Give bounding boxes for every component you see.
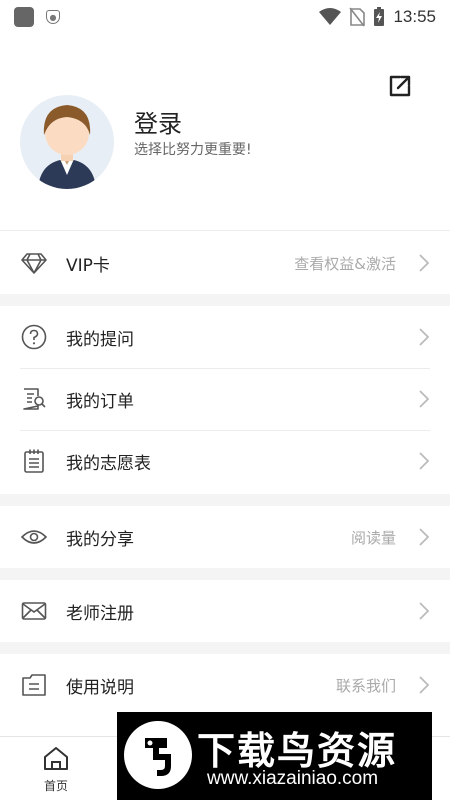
section-separator <box>0 494 450 506</box>
menu-item-extra: 阅读量 <box>350 528 396 547</box>
login-subtitle: 选择比努力更重要! <box>134 142 252 158</box>
nav-home-label: 首页 <box>43 779 68 793</box>
chevron-right-icon <box>419 452 430 470</box>
menu-item-instructions[interactable]: 使用说明 联系我们 <box>0 654 450 716</box>
login-title[interactable]: 登录 <box>134 104 182 139</box>
manual-icon <box>20 671 48 699</box>
chevron-right-icon <box>419 328 430 346</box>
clock: 13:55 <box>393 7 436 26</box>
section-separator <box>0 568 450 580</box>
watermark-banner: 下载鸟资源 www.xiazainiao.com <box>117 712 432 800</box>
section-separator <box>0 642 450 654</box>
avatar[interactable] <box>20 95 114 189</box>
chevron-right-icon <box>419 254 430 272</box>
nav-home[interactable]: 首页 <box>16 737 96 794</box>
order-icon <box>20 385 48 413</box>
divider <box>0 230 450 231</box>
menu-item-share[interactable]: 我的分享 阅读量 <box>0 506 450 568</box>
menu-item-teacher-register[interactable]: 老师注册 <box>0 580 450 642</box>
status-bar: ● 13:55 <box>0 0 450 34</box>
question-icon <box>20 323 48 351</box>
chevron-right-icon <box>419 390 430 408</box>
diamond-icon <box>20 249 48 277</box>
chevron-right-icon <box>419 528 430 546</box>
battery-charging-icon <box>374 7 385 26</box>
chevron-right-icon <box>419 602 430 620</box>
watermark-url: www.xiazainiao.com <box>207 768 379 789</box>
menu-item-label: 使用说明 <box>66 677 134 698</box>
notepad-icon <box>20 447 48 475</box>
mail-icon <box>20 597 48 625</box>
menu-item-extra: 联系我们 <box>335 676 396 695</box>
menu-item-vip[interactable]: VIP卡 查看权益&激活 <box>0 232 450 294</box>
share-icon[interactable] <box>386 72 414 100</box>
chevron-right-icon <box>419 676 430 694</box>
menu-item-wishlist[interactable]: 我的志愿表 <box>0 430 450 492</box>
shield-icon: ● <box>46 10 60 24</box>
menu-item-label: 我的分享 <box>66 529 134 550</box>
menu-item-label: 我的订单 <box>66 391 134 412</box>
menu-item-label: 我的志愿表 <box>66 453 151 474</box>
menu-item-label: 我的提问 <box>66 329 134 350</box>
menu-item-label: 老师注册 <box>66 603 134 624</box>
menu-item-label: VIP卡 <box>66 255 110 276</box>
menu-item-orders[interactable]: 我的订单 <box>0 368 450 430</box>
home-icon <box>44 747 68 770</box>
eye-icon <box>20 523 48 551</box>
section-separator <box>0 294 450 306</box>
watermark-title: 下载鸟资源 <box>197 729 398 773</box>
menu-item-questions[interactable]: 我的提问 <box>0 306 450 368</box>
app-notification-icon <box>14 7 34 27</box>
wifi-icon <box>319 8 342 25</box>
no-sim-icon <box>349 7 366 27</box>
bird-logo-icon <box>124 721 192 789</box>
menu-item-extra: 查看权益&激活 <box>294 254 396 273</box>
